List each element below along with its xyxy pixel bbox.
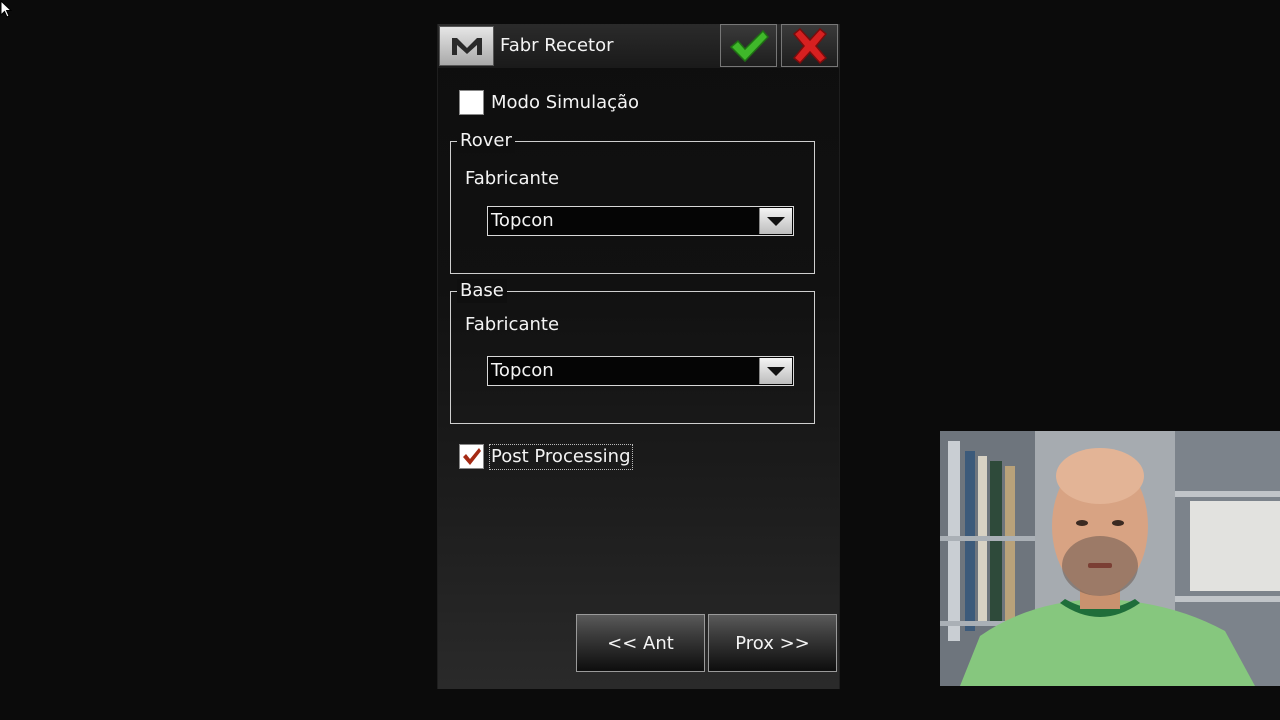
rover-manufacturer-value: Topcon [491, 210, 554, 231]
page-title: Fabr Recetor [500, 35, 614, 56]
presenter-video-image [940, 431, 1280, 686]
base-group-legend: Base [457, 279, 507, 303]
base-group: Base Fabricante Topcon [450, 279, 815, 424]
x-icon [792, 27, 827, 64]
post-processing-checkbox[interactable] [459, 444, 484, 469]
chevron-down-icon[interactable] [759, 208, 792, 234]
checkmark-icon [463, 448, 481, 465]
receiver-wizard-window: Fabr Recetor Modo Simulação Rover Fabric… [437, 24, 840, 689]
rover-manufacturer-label: Fabricante [465, 168, 560, 189]
rover-group: Rover Fabricante Topcon [450, 129, 815, 274]
base-manufacturer-label: Fabricante [465, 314, 560, 335]
base-manufacturer-select[interactable]: Topcon [487, 356, 794, 386]
base-manufacturer-value: Topcon [491, 360, 554, 381]
webcam-video-overlay [940, 431, 1280, 686]
rover-manufacturer-select[interactable]: Topcon [487, 206, 794, 236]
title-bar: Fabr Recetor [438, 24, 839, 68]
post-processing-label: Post Processing [489, 444, 633, 470]
simulation-mode-checkbox[interactable] [459, 90, 484, 115]
rover-group-legend: Rover [457, 129, 515, 153]
previous-button[interactable]: << Ant [576, 614, 705, 672]
cancel-button[interactable] [781, 24, 838, 67]
next-button[interactable]: Prox >> [708, 614, 837, 672]
check-icon [729, 29, 769, 62]
simulation-mode-label: Modo Simulação [491, 92, 640, 113]
m-logo-icon [451, 38, 482, 55]
mouse-cursor-icon [0, 0, 12, 18]
accept-button[interactable] [720, 24, 777, 67]
chevron-down-icon[interactable] [759, 358, 792, 384]
main-menu-button[interactable] [439, 26, 494, 66]
